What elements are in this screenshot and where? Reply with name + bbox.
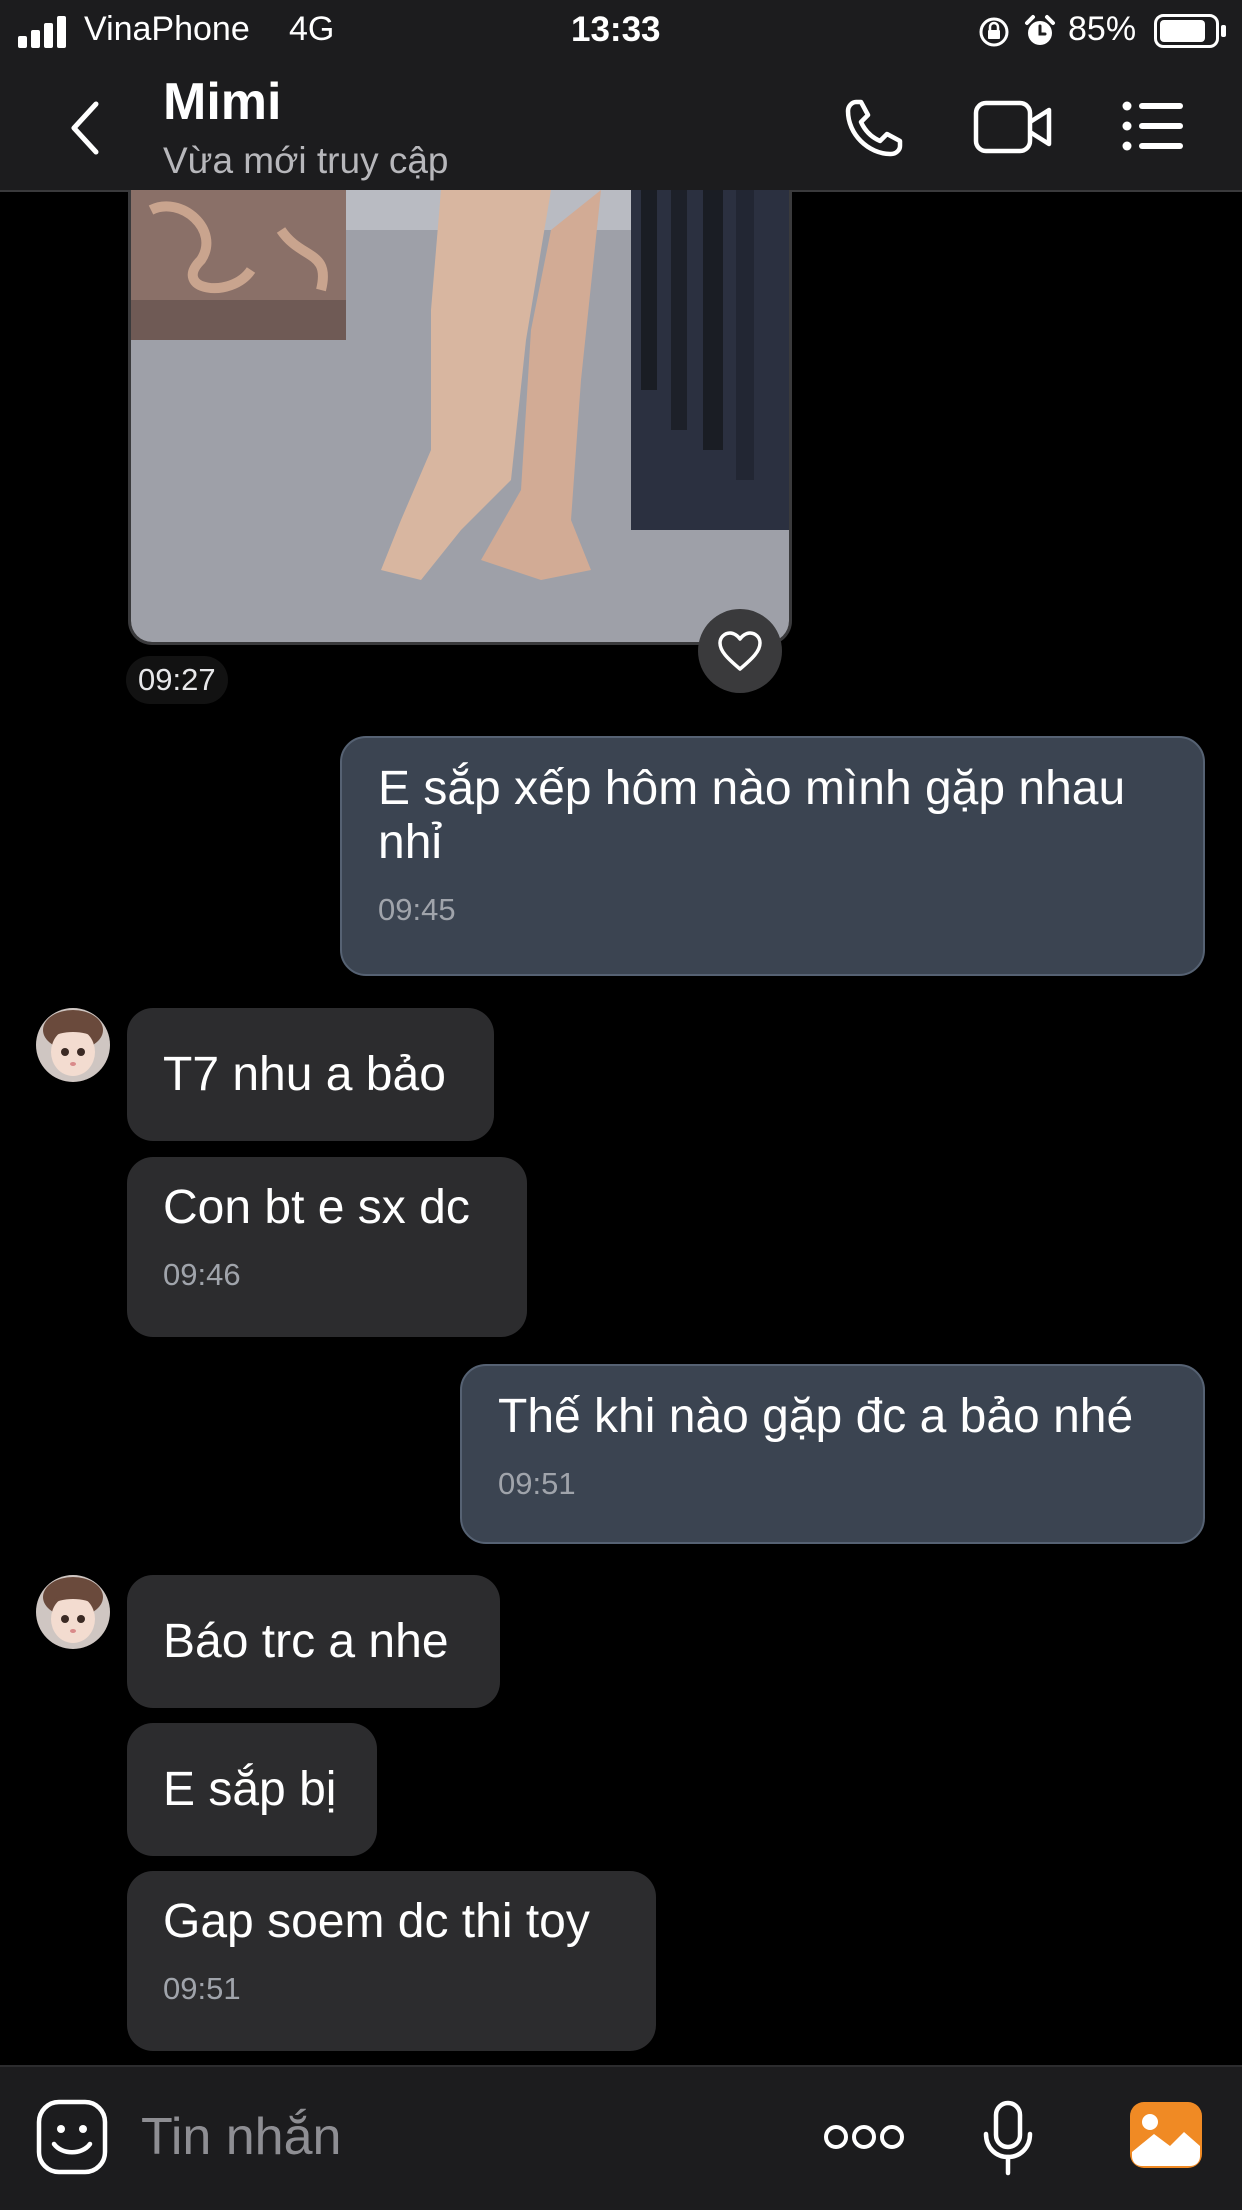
sent-message[interactable]: E sắp xếp hôm nào mình gặp nhau nhỉ 09:4… [340, 736, 1205, 976]
message-time: 09:51 [163, 1971, 241, 2006]
like-button[interactable] [698, 609, 782, 693]
alarm-icon [1025, 15, 1055, 45]
photo-timestamp: 09:27 [126, 656, 228, 704]
image-message[interactable] [128, 190, 792, 645]
network-label: 4G [289, 10, 335, 48]
message-input-placeholder: Tin nhắn [141, 2108, 342, 2166]
gallery-icon[interactable] [1128, 2100, 1204, 2170]
sticker-icon[interactable] [36, 2099, 108, 2175]
contact-name[interactable]: Mimi [163, 72, 281, 132]
message-text: E sắp bị [163, 1763, 337, 1816]
avatar-image [36, 1008, 110, 1082]
clock: 13:33 [571, 10, 661, 49]
avatar-image [36, 1575, 110, 1649]
message-text: Báo trc a nhe [163, 1615, 449, 1668]
received-message[interactable]: Gap soem dc thi toy 09:51 [127, 1871, 656, 2051]
received-message[interactable]: T7 nhu a bảo [127, 1008, 494, 1141]
orientation-lock-icon [979, 17, 1009, 47]
heart-icon [718, 631, 762, 671]
message-text: Con bt e sx dc [163, 1181, 470, 1234]
message-time: 09:51 [498, 1466, 576, 1501]
received-message[interactable]: Con bt e sx dc 09:46 [127, 1157, 527, 1337]
signal-icon [18, 16, 66, 48]
phone-icon[interactable] [842, 96, 906, 160]
contact-status: Vừa mới truy cập [163, 140, 449, 181]
contact-avatar[interactable] [36, 1575, 110, 1649]
battery-icon [1154, 14, 1226, 48]
message-text: Gap soem dc thi toy [163, 1895, 590, 1948]
message-text: T7 nhu a bảo [163, 1048, 446, 1101]
photo-legs-on-floor [131, 190, 789, 642]
battery-percent: 85% [1068, 10, 1137, 48]
sent-message[interactable]: Thế khi nào gặp đc a bảo nhé 09:51 [460, 1364, 1205, 1544]
message-input[interactable]: Tin nhắn [141, 2107, 341, 2167]
message-text: Thế khi nào gặp đc a bảo nhé [498, 1390, 1134, 1443]
video-call-icon[interactable] [973, 98, 1053, 156]
received-message[interactable]: Báo trc a nhe [127, 1575, 500, 1708]
back-icon[interactable] [66, 100, 106, 156]
carrier-label: VinaPhone [84, 10, 250, 48]
message-text: E sắp xếp hôm nào mình gặp nhau nhỉ [378, 762, 1126, 869]
menu-list-icon[interactable] [1121, 100, 1185, 152]
microphone-icon[interactable] [982, 2100, 1034, 2176]
message-time: 09:45 [378, 892, 456, 927]
more-icon[interactable] [823, 2123, 905, 2151]
contact-avatar[interactable] [36, 1008, 110, 1082]
received-message[interactable]: E sắp bị [127, 1723, 377, 1856]
message-time: 09:46 [163, 1257, 241, 1292]
